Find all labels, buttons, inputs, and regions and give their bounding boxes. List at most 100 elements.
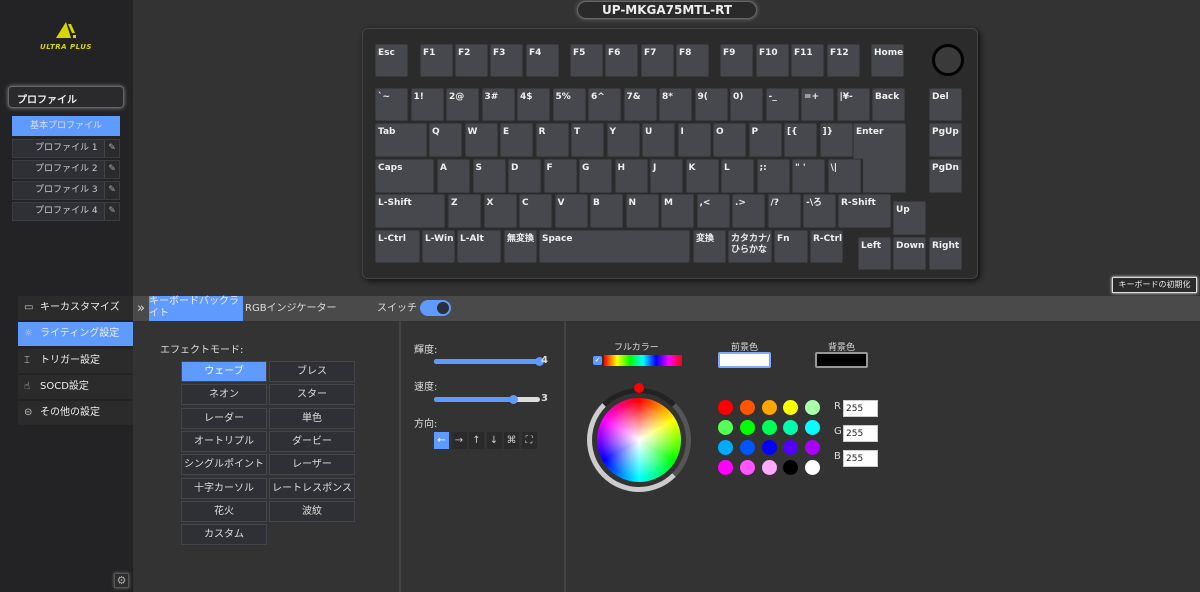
color-swatch[interactable]	[718, 420, 733, 435]
b-input[interactable]: 255	[843, 450, 878, 467]
key-[interactable]: -\ろ	[803, 194, 836, 228]
key-rshift[interactable]: R-Shift	[838, 194, 891, 228]
key-space[interactable]: Space	[539, 230, 690, 263]
key-s[interactable]: S	[472, 159, 506, 193]
key-[interactable]: .>	[732, 194, 765, 228]
key-l[interactable]: L	[721, 159, 754, 193]
color-swatch[interactable]	[739, 420, 755, 435]
effect-mode-button[interactable]: カスタム	[181, 524, 267, 546]
key-[interactable]: \|	[827, 159, 861, 193]
direction-5-button[interactable]: ⛶	[521, 432, 537, 449]
color-swatch[interactable]	[783, 460, 799, 475]
key-caps[interactable]: Caps	[375, 159, 434, 193]
color-swatch[interactable]	[761, 400, 777, 415]
key-up[interactable]: Up	[893, 201, 926, 235]
color-swatch[interactable]	[783, 400, 799, 415]
key-f1[interactable]: F1	[420, 44, 453, 77]
brightness-slider[interactable]	[434, 357, 544, 366]
direction-0-button[interactable]: ←	[434, 432, 449, 449]
key-[interactable]: カタカナ/ ひらかな	[728, 230, 772, 263]
key-r[interactable]: R	[535, 123, 569, 157]
full-color-checkbox[interactable]: ✓	[593, 356, 602, 365]
key-0[interactable]: 0)	[730, 88, 763, 121]
key-g[interactable]: G	[579, 159, 612, 193]
key-f3[interactable]: F3	[490, 44, 523, 77]
background-color-box[interactable]	[815, 352, 868, 368]
effect-mode-button[interactable]: ダービー	[269, 430, 355, 452]
speed-slider[interactable]	[434, 395, 540, 404]
key-q[interactable]: Q	[429, 123, 462, 157]
direction-3-button[interactable]: ↓	[486, 432, 502, 449]
key-u[interactable]: U	[642, 123, 675, 157]
effect-mode-button[interactable]: 花火	[181, 500, 267, 522]
profile-item[interactable]: プロファイル 2 ✎	[12, 160, 120, 179]
key-f11[interactable]: F11	[791, 44, 824, 77]
profile-item[interactable]: プロファイル 3 ✎	[12, 181, 120, 200]
key-f12[interactable]: F12	[827, 44, 860, 77]
direction-2-button[interactable]: ↑	[469, 432, 484, 449]
expand-icon[interactable]: »	[137, 296, 145, 321]
full-color-gradient[interactable]	[604, 355, 682, 366]
key-f9[interactable]: F9	[720, 44, 753, 77]
key-o[interactable]: O	[713, 123, 746, 157]
key-8[interactable]: 8*	[659, 88, 692, 121]
color-swatch[interactable]	[805, 400, 821, 415]
key-c[interactable]: C	[519, 194, 552, 228]
key-[interactable]: ,<	[696, 194, 730, 228]
color-swatch[interactable]	[739, 460, 755, 475]
effect-mode-button[interactable]: ネオン	[181, 384, 267, 406]
nav-item-trigger[interactable]: ⌶ トリガー設定	[18, 348, 133, 373]
key-n[interactable]: N	[625, 194, 659, 228]
key-y[interactable]: Y	[606, 123, 640, 157]
color-swatch[interactable]	[718, 400, 733, 415]
knob-icon[interactable]	[932, 44, 964, 76]
key-f[interactable]: F	[543, 159, 577, 193]
key-7[interactable]: 7&	[623, 88, 657, 121]
key-f8[interactable]: F8	[676, 44, 709, 77]
edit-icon[interactable]: ✎	[104, 182, 119, 199]
color-swatch[interactable]	[739, 440, 755, 455]
r-input[interactable]: 255	[843, 400, 878, 417]
nav-item-keyboard[interactable]: ▭ キーカスタマイズ	[18, 296, 133, 320]
effect-mode-button[interactable]: レーダー	[181, 407, 267, 429]
key-d[interactable]: D	[508, 159, 541, 193]
effect-mode-button[interactable]: スター	[269, 384, 355, 406]
key-[interactable]: /?	[767, 194, 801, 228]
color-swatch[interactable]	[783, 420, 799, 435]
key-[interactable]: ]}	[819, 123, 853, 157]
nav-item-lightbulb[interactable]: ☼ ライティング設定	[18, 322, 133, 347]
key-tab[interactable]: Tab	[375, 123, 427, 157]
color-swatch[interactable]	[761, 460, 777, 475]
key-4[interactable]: 4$	[517, 88, 550, 121]
key-b[interactable]: B	[590, 194, 623, 228]
key-esc[interactable]: Esc	[375, 44, 408, 77]
reset-keyboard-button[interactable]: キーボードの初期化	[1112, 277, 1197, 293]
key-e[interactable]: E	[500, 123, 533, 157]
key-[interactable]: -_	[765, 88, 799, 121]
switch-toggle[interactable]	[420, 300, 451, 316]
key-home[interactable]: Home	[871, 44, 904, 77]
effect-mode-button[interactable]: 単色	[269, 407, 355, 429]
color-swatch[interactable]	[761, 420, 777, 435]
profile-item[interactable]: プロファイル 1 ✎	[12, 139, 120, 158]
key-[interactable]: 変換	[693, 230, 726, 263]
effect-mode-button[interactable]: シングルポイント	[181, 454, 267, 476]
key-pgup[interactable]: PgUp	[929, 123, 962, 157]
effect-mode-button[interactable]: 波紋	[269, 500, 355, 522]
key-[interactable]: " '	[792, 159, 825, 193]
key-fn[interactable]: Fn	[774, 230, 808, 263]
key-3[interactable]: 3#	[481, 88, 515, 121]
color-wheel[interactable]	[597, 398, 681, 482]
color-swatch[interactable]	[761, 440, 777, 455]
foreground-color-box[interactable]	[718, 352, 771, 368]
direction-1-button[interactable]: →	[451, 432, 467, 449]
key-lctrl[interactable]: L-Ctrl	[375, 230, 420, 263]
edit-icon[interactable]: ✎	[104, 161, 119, 178]
color-swatch[interactable]	[805, 440, 821, 455]
key-f4[interactable]: F4	[526, 44, 559, 77]
nav-item-more[interactable]: ⊝ その他の設定	[18, 401, 133, 426]
color-swatch[interactable]	[718, 440, 733, 455]
key-left[interactable]: Left	[858, 237, 891, 270]
color-swatch[interactable]	[783, 440, 799, 455]
key-1[interactable]: 1!	[410, 88, 444, 121]
